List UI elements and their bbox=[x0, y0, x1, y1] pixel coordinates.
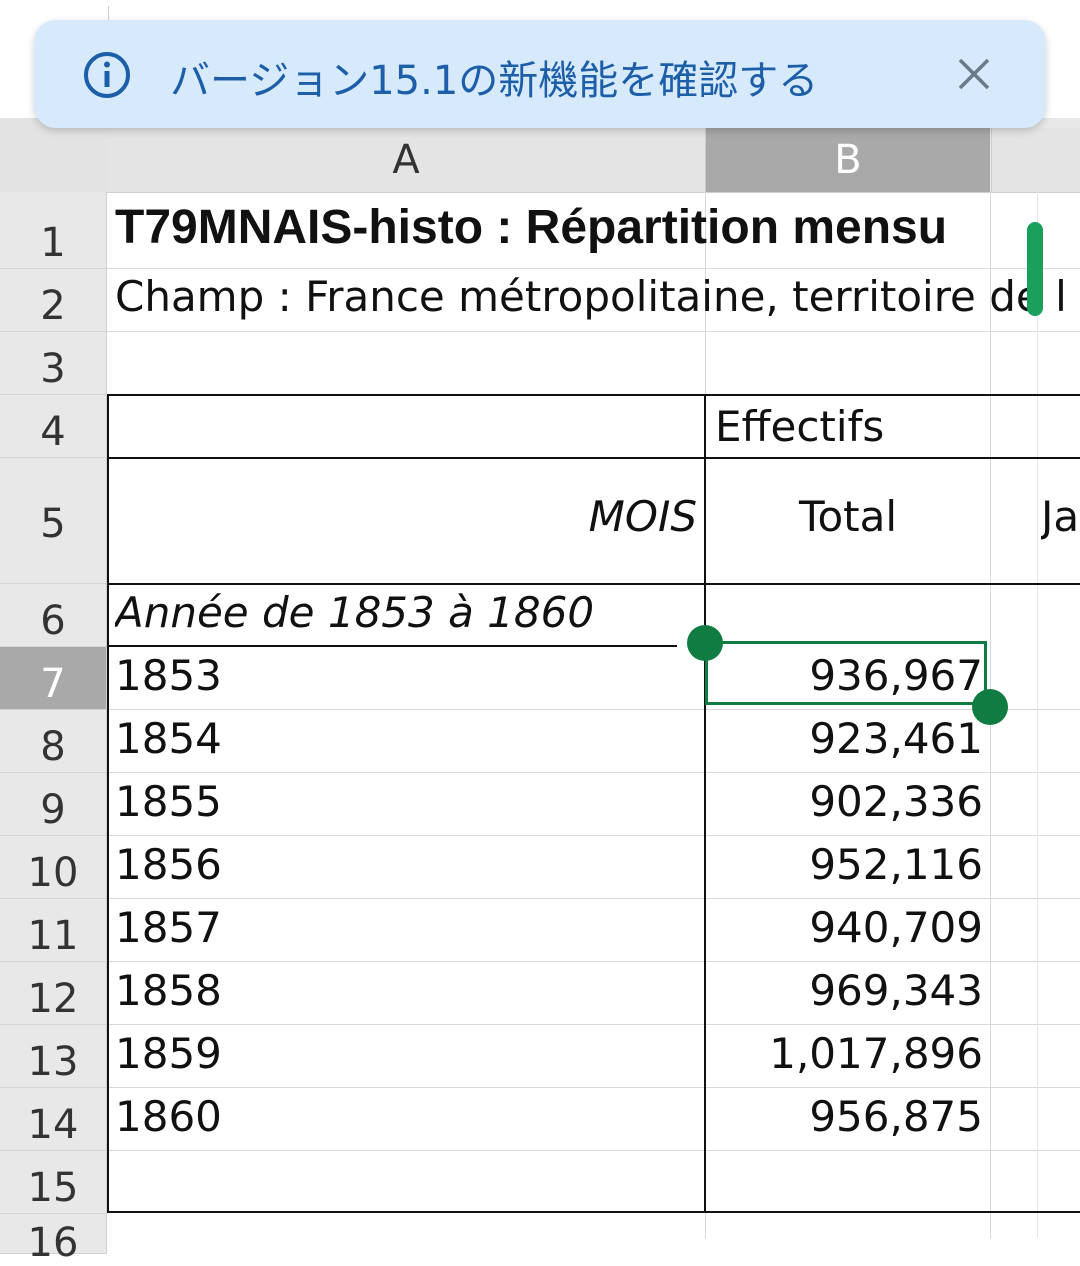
table-border bbox=[107, 645, 677, 647]
gridline bbox=[107, 709, 1080, 710]
selection-handle-start[interactable] bbox=[687, 625, 723, 661]
row-header-6[interactable]: 6 bbox=[0, 584, 107, 647]
gridline bbox=[107, 898, 1080, 899]
info-circle-icon bbox=[84, 52, 130, 98]
scroll-indicator[interactable] bbox=[1027, 222, 1043, 316]
total-cell[interactable]: 956,875 bbox=[706, 1092, 983, 1141]
year-cell[interactable]: 1853 bbox=[115, 651, 222, 700]
row-header-12[interactable]: 12 bbox=[0, 962, 107, 1025]
total-cell[interactable]: 969,343 bbox=[706, 966, 983, 1015]
column-header-a[interactable]: A bbox=[107, 128, 706, 192]
gridline bbox=[107, 835, 1080, 836]
year-cell[interactable]: 1859 bbox=[115, 1029, 222, 1078]
column-header-c[interactable] bbox=[991, 128, 1080, 192]
row-header-15[interactable]: 15 bbox=[0, 1151, 107, 1214]
row-header-4[interactable]: 4 bbox=[0, 395, 107, 458]
row-header-8[interactable]: 8 bbox=[0, 710, 107, 773]
gridline bbox=[107, 772, 1080, 773]
banner-message[interactable]: バージョン15.1の新機能を確認する bbox=[170, 48, 818, 106]
gridline bbox=[107, 1087, 1080, 1088]
header-mois: MOIS bbox=[588, 492, 697, 541]
total-cell[interactable]: 952,116 bbox=[706, 840, 983, 889]
year-cell[interactable]: 1854 bbox=[115, 714, 222, 763]
total-cell[interactable]: 940,709 bbox=[706, 903, 983, 952]
column-header-bar: A B bbox=[0, 118, 1080, 193]
year-cell[interactable]: 1860 bbox=[115, 1092, 222, 1141]
header-total: Total bbox=[798, 492, 898, 541]
row-header-14[interactable]: 14 bbox=[0, 1088, 107, 1151]
total-cell[interactable]: 1,017,896 bbox=[706, 1029, 983, 1078]
select-all-corner[interactable] bbox=[0, 118, 108, 192]
row-header-9[interactable]: 9 bbox=[0, 773, 107, 836]
section-label: Année de 1853 à 1860 bbox=[115, 588, 595, 637]
gridline bbox=[107, 331, 1080, 332]
column-tick bbox=[108, 6, 109, 20]
gridline bbox=[107, 1024, 1080, 1025]
year-cell[interactable]: 1857 bbox=[115, 903, 222, 952]
row-header-11[interactable]: 11 bbox=[0, 899, 107, 962]
year-cell[interactable]: 1858 bbox=[115, 966, 222, 1015]
gridline bbox=[1037, 192, 1038, 1238]
row-header-1[interactable]: 1 bbox=[0, 192, 107, 269]
gridline bbox=[107, 1150, 1080, 1151]
gridline bbox=[107, 268, 1080, 269]
header-effectifs: Effectifs bbox=[715, 402, 885, 451]
row-header-7[interactable]: 7 bbox=[0, 647, 107, 710]
close-icon[interactable] bbox=[952, 52, 996, 96]
row-header-2[interactable]: 2 bbox=[0, 269, 107, 332]
sheet-subtitle: Champ : France métropolitaine, territoir… bbox=[115, 272, 1067, 321]
column-header-b[interactable]: B bbox=[706, 128, 990, 192]
selection-handle-end[interactable] bbox=[972, 689, 1008, 725]
table-border bbox=[107, 583, 1080, 585]
table-border bbox=[107, 1211, 1080, 1213]
header-ja: Ja bbox=[1041, 492, 1080, 541]
table-border bbox=[107, 457, 1080, 459]
row-header-10[interactable]: 10 bbox=[0, 836, 107, 899]
gridline bbox=[107, 961, 1080, 962]
spreadsheet-grid[interactable]: T79MNAIS-histo : Répartition mensu Champ… bbox=[107, 192, 1080, 1238]
total-cell[interactable]: 902,336 bbox=[706, 777, 983, 826]
row-header-13[interactable]: 13 bbox=[0, 1025, 107, 1088]
year-cell[interactable]: 1855 bbox=[115, 777, 222, 826]
cell-selection-box[interactable] bbox=[705, 641, 987, 705]
year-cell[interactable]: 1856 bbox=[115, 840, 222, 889]
row-header-3[interactable]: 3 bbox=[0, 332, 107, 395]
row-header-16[interactable]: 16 bbox=[0, 1214, 107, 1266]
sheet-title: T79MNAIS-histo : Répartition mensu bbox=[115, 201, 948, 254]
row-header-5[interactable]: 5 bbox=[0, 458, 107, 584]
total-cell[interactable]: 923,461 bbox=[706, 714, 983, 763]
table-border bbox=[107, 394, 1080, 396]
whats-new-banner[interactable]: バージョン15.1の新機能を確認する bbox=[34, 20, 1046, 128]
